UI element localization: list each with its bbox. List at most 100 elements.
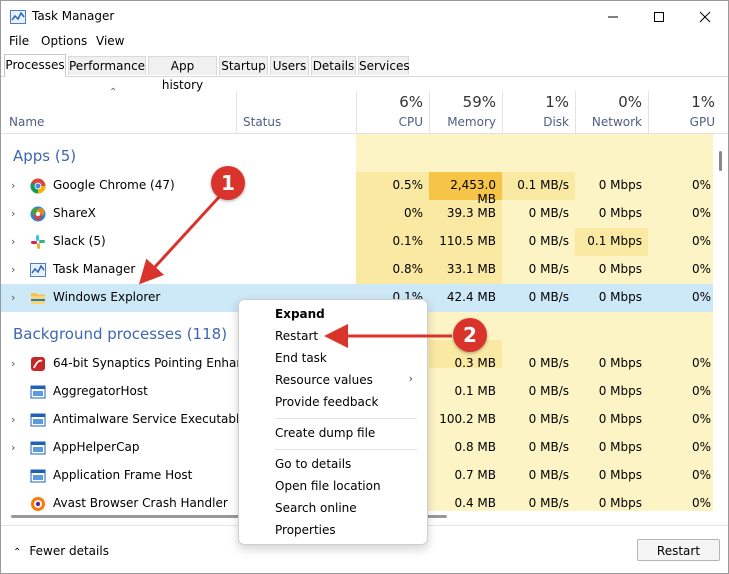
memory-value: 0.7 MB	[454, 468, 496, 482]
disk-value: 0 MB/s	[528, 262, 569, 276]
menu-item-search-online[interactable]: Search online	[275, 501, 357, 515]
menu-bar: File Options View	[1, 32, 728, 52]
table-row[interactable]: › Slack (5) 0.1% 110.5 MB 0 MB/s 0.1 Mbp…	[1, 228, 713, 256]
expand-chevron-icon[interactable]: ›	[11, 179, 15, 192]
gpu-value: 0%	[691, 440, 711, 454]
process-name: Task Manager	[53, 262, 136, 276]
tab-services[interactable]: Services	[358, 56, 410, 75]
network-value: 0 Mbps	[598, 440, 642, 454]
menu-item-provide-feedback[interactable]: Provide feedback	[275, 395, 378, 409]
network-value: 0 Mbps	[598, 262, 642, 276]
maximize-button[interactable]	[636, 1, 682, 32]
column-status[interactable]: Status	[243, 115, 281, 129]
cpu-value: 0%	[403, 206, 423, 220]
gpu-value: 0%	[691, 234, 711, 248]
menu-file[interactable]: File	[9, 34, 29, 48]
disk-value: 0 MB/s	[528, 440, 569, 454]
process-name: 64-bit Synaptics Pointing Enhan...	[53, 356, 256, 370]
vertical-scrollbar[interactable]	[713, 134, 728, 511]
minimize-button[interactable]	[590, 1, 636, 32]
gpu-value: 0%	[691, 468, 711, 482]
menu-item-properties[interactable]: Properties	[275, 523, 336, 537]
sharex-icon	[30, 206, 46, 222]
close-button[interactable]	[682, 1, 728, 32]
cpu-value: 0.8%	[392, 262, 424, 276]
disk-value: 0 MB/s	[528, 290, 569, 304]
gpu-value: 0%	[691, 384, 711, 398]
menu-item-restart[interactable]: Restart	[275, 329, 318, 343]
tab-startup[interactable]: Startup	[219, 56, 268, 75]
restart-button[interactable]: Restart	[637, 539, 720, 561]
column-memory[interactable]: Memory	[430, 115, 496, 129]
column-cpu[interactable]: CPU	[357, 115, 423, 129]
cpu-total: 6%	[399, 93, 423, 111]
network-value: 0 Mbps	[598, 384, 642, 398]
tab-performance[interactable]: Performance	[68, 56, 146, 75]
column-divider[interactable]	[236, 91, 237, 133]
table-row[interactable]: › Google Chrome (47) 0.5% 2,453.0 MB 0.1…	[1, 172, 713, 206]
app-window-icon	[30, 469, 46, 483]
disk-value: 0 MB/s	[528, 356, 569, 370]
expand-chevron-icon[interactable]: ›	[11, 291, 15, 304]
cpu-value: 0.5%	[392, 178, 424, 192]
expand-chevron-icon[interactable]: ›	[11, 263, 15, 276]
tab-details[interactable]: Details	[311, 56, 356, 75]
process-name: Slack (5)	[53, 234, 106, 248]
disk-value: 0 MB/s	[528, 234, 569, 248]
menu-item-go-to-details[interactable]: Go to details	[275, 457, 351, 471]
column-disk[interactable]: Disk	[503, 115, 569, 129]
minimize-icon	[608, 16, 618, 17]
process-name: Application Frame Host	[53, 468, 193, 482]
gpu-value: 0%	[691, 262, 711, 276]
menu-item-expand[interactable]: Expand	[275, 307, 325, 321]
tab-users[interactable]: Users	[270, 56, 309, 75]
avast-icon	[31, 497, 45, 511]
expand-chevron-icon[interactable]: ›	[11, 207, 15, 220]
menu-item-create-dump-file[interactable]: Create dump file	[275, 426, 375, 440]
memory-value: 42.4 MB	[446, 290, 496, 304]
process-name: ShareX	[53, 206, 96, 220]
gpu-value: 0%	[691, 178, 711, 192]
chevron-up-icon: ⌃	[13, 547, 22, 558]
maximize-icon	[654, 11, 664, 22]
disk-value: 0 MB/s	[528, 412, 569, 426]
title-bar: Task Manager	[1, 1, 728, 32]
menu-options[interactable]: Options	[41, 34, 87, 48]
tab-app-history[interactable]: App history	[148, 56, 217, 92]
expand-chevron-icon[interactable]: ›	[11, 235, 15, 248]
expand-chevron-icon[interactable]: ›	[11, 441, 15, 454]
vertical-scroll-thumb[interactable]	[719, 151, 722, 171]
column-gpu[interactable]: GPU	[649, 115, 715, 129]
context-menu: Expand Restart End task Resource values …	[238, 299, 428, 545]
menu-item-open-file-location[interactable]: Open file location	[275, 479, 381, 493]
menu-item-resource-values[interactable]: Resource values	[275, 373, 373, 387]
disk-value: 0 MB/s	[528, 468, 569, 482]
menu-item-end-task[interactable]: End task	[275, 351, 327, 365]
task-manager-window: Task Manager File Options View Processes…	[0, 0, 729, 574]
memory-value: 33.1 MB	[446, 262, 496, 276]
table-row[interactable]: › ShareX 0% 39.3 MB 0 MB/s 0 Mbps 0%	[1, 200, 713, 228]
process-name: Windows Explorer	[53, 290, 161, 304]
close-icon	[699, 11, 711, 22]
slack-icon	[31, 235, 45, 249]
process-name: Antimalware Service Executable	[53, 412, 247, 426]
column-name[interactable]: Name	[9, 115, 44, 129]
expand-chevron-icon[interactable]: ›	[11, 413, 15, 426]
fewer-details-link[interactable]: ⌃ Fewer details	[13, 544, 109, 558]
process-name: AppHelperCap	[53, 440, 140, 454]
fewer-details-label: Fewer details	[29, 544, 109, 558]
disk-total: 1%	[545, 93, 569, 111]
expand-chevron-icon[interactable]: ›	[11, 357, 15, 370]
tab-processes[interactable]: Processes	[4, 54, 66, 77]
window-title: Task Manager	[32, 9, 115, 23]
tab-strip: Processes Performance App history Startu…	[1, 54, 728, 92]
column-network[interactable]: Network	[576, 115, 642, 129]
sort-caret-icon[interactable]: ⌃	[109, 87, 117, 98]
table-row[interactable]: › Task Manager 0.8% 33.1 MB 0 MB/s 0 Mbp…	[1, 256, 713, 284]
gpu-value: 0%	[691, 356, 711, 370]
gpu-total: 1%	[691, 93, 715, 111]
menu-view[interactable]: View	[96, 34, 124, 48]
memory-value: 110.5 MB	[439, 234, 496, 248]
network-value: 0 Mbps	[598, 412, 642, 426]
network-value: 0 Mbps	[598, 496, 642, 510]
